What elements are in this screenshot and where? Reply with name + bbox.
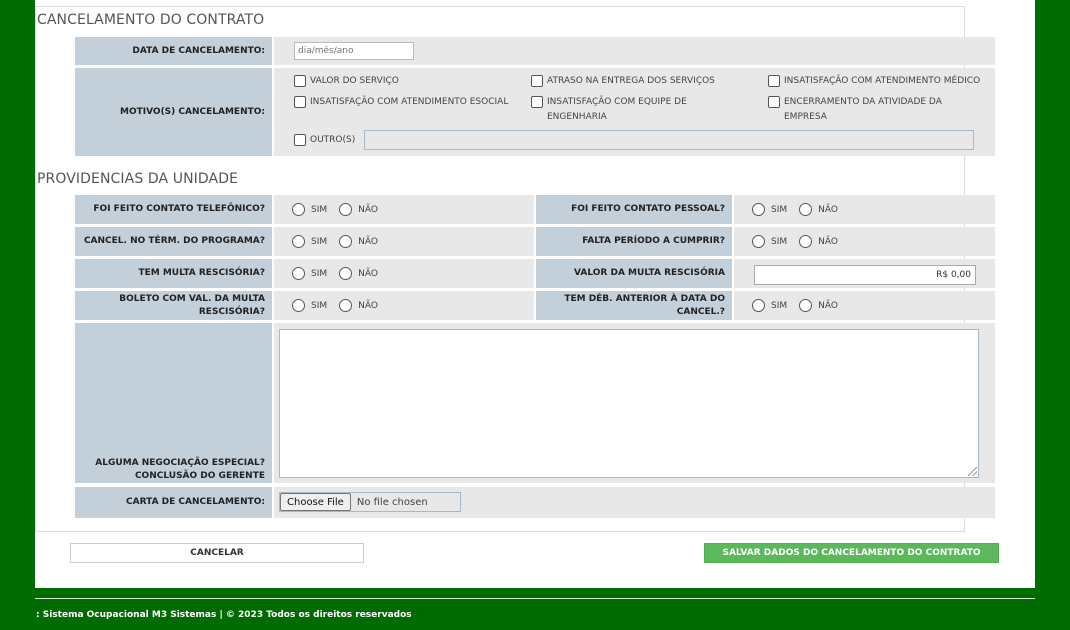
radio-nao[interactable] <box>339 267 353 280</box>
checkbox-box[interactable] <box>294 134 306 146</box>
choose-file-button[interactable]: Choose File <box>280 493 351 511</box>
radio-nao[interactable] <box>339 299 353 312</box>
radio-sim-label: SIM <box>311 236 328 247</box>
radio-nao-label: NÃO <box>358 236 378 247</box>
radio-sim-label: SIM <box>771 300 788 311</box>
checkbox-box[interactable] <box>531 96 543 108</box>
radio-nao[interactable] <box>799 299 813 312</box>
radio-sim-label: SIM <box>311 300 328 311</box>
motivo-checkbox-encerramento[interactable]: ENCERRAMENTO DA ATIVIDADE DA EMPRESA <box>768 95 948 125</box>
radio-nao[interactable] <box>799 235 813 248</box>
motivo-checkbox-outro[interactable]: OUTRO(S) <box>294 133 364 148</box>
checkbox-box[interactable] <box>531 75 543 87</box>
radio-nao-label: NÃO <box>358 268 378 279</box>
debito-anterior-label: TEM DÉB. ANTERIOR À DATA DO CANCEL.? <box>536 291 732 320</box>
checkbox-box[interactable] <box>294 75 306 87</box>
radio-nao-label: NÃO <box>358 204 378 215</box>
valor-multa-input[interactable]: R$ 0,00 <box>754 265 976 285</box>
contato-telefonico-options: SIM NÃO <box>274 195 534 224</box>
motivo-label-text: OUTRO(S) <box>310 135 356 145</box>
radio-nao-label: NÃO <box>358 300 378 311</box>
motivo-label-text: ATRASO NA ENTREGA DOS SERVIÇOS <box>547 76 715 86</box>
radio-sim[interactable] <box>752 203 765 216</box>
negociacao-label-line1: ALGUMA NEGOCIAÇÃO ESPECIAL? <box>95 458 265 468</box>
motivo-checkbox-engenharia[interactable]: INSATISFAÇÃO COM EQUIPE DE ENGENHARIA <box>531 95 701 125</box>
contato-pessoal-label: FOI FEITO CONTATO PESSOAL? <box>536 195 732 224</box>
cancel-termino-options: SIM NÃO <box>274 227 534 256</box>
radio-sim-label: SIM <box>771 204 788 215</box>
boleto-multa-options: SIM NÃO <box>274 291 534 320</box>
valor-multa-label: VALOR DA MULTA RESCISÓRIA <box>536 259 732 288</box>
date-cell <box>274 37 995 65</box>
motivo-label-text: ENCERRAMENTO DA ATIVIDADE DA EMPRESA <box>784 97 942 122</box>
radio-nao-label: NÃO <box>818 236 838 247</box>
outro-motivo-input[interactable] <box>364 130 974 150</box>
radio-sim[interactable] <box>292 235 305 248</box>
radio-sim[interactable] <box>752 235 765 248</box>
radio-sim[interactable] <box>292 267 305 280</box>
motivo-label-text: INSATISFAÇÃO COM ATENDIMENTO ESOCIAL <box>310 97 509 107</box>
motivo-cell: VALOR DO SERVIÇO ATRASO NA ENTREGA DOS S… <box>274 68 995 156</box>
motivo-label-text: INSATISFAÇÃO COM ATENDIMENTO MÉDICO <box>784 76 981 86</box>
cancel-date-input[interactable] <box>294 42 414 60</box>
checkbox-box[interactable] <box>768 75 780 87</box>
radio-sim[interactable] <box>292 203 305 216</box>
negociacao-label: ALGUMA NEGOCIAÇÃO ESPECIAL? CONCLUSÃO DO… <box>75 323 272 483</box>
boleto-multa-label: BOLETO COM VAL. DA MULTA RESCISÓRIA? <box>75 291 272 320</box>
tem-multa-label: TEM MULTA RESCISÓRIA? <box>75 259 272 288</box>
radio-nao-label: NÃO <box>818 300 838 311</box>
date-label: DATA DE CANCELAMENTO: <box>75 37 272 65</box>
motivo-checkbox-atraso[interactable]: ATRASO NA ENTREGA DOS SERVIÇOS <box>531 74 751 89</box>
radio-sim[interactable] <box>752 299 765 312</box>
motivo-checkbox-valor[interactable]: VALOR DO SERVIÇO <box>294 74 514 89</box>
save-button[interactable]: SALVAR DADOS DO CANCELAMENTO DO CONTRATO <box>704 543 999 563</box>
motivo-checkbox-esocial[interactable]: INSATISFAÇÃO COM ATENDIMENTO ESOCIAL <box>294 95 519 110</box>
motivo-label: MOTIVO(S) CANCELAMENTO: <box>75 68 272 156</box>
radio-nao[interactable] <box>339 235 353 248</box>
checkbox-box[interactable] <box>768 96 780 108</box>
negociacao-cell <box>274 323 995 483</box>
carta-label: CARTA DE CANCELAMENTO: <box>75 487 272 518</box>
resize-grip-icon[interactable] <box>968 467 977 476</box>
motivo-label-text: VALOR DO SERVIÇO <box>310 76 399 86</box>
file-status: No file chosen <box>356 496 428 508</box>
radio-sim-label: SIM <box>771 236 788 247</box>
tem-multa-options: SIM NÃO <box>274 259 534 288</box>
motivo-label-text: INSATISFAÇÃO COM EQUIPE DE ENGENHARIA <box>547 97 687 122</box>
radio-sim[interactable] <box>292 299 305 312</box>
footer-text: : Sistema Ocupacional M3 Sistemas | © 20… <box>36 610 412 620</box>
falta-periodo-options: SIM NÃO <box>734 227 995 256</box>
contato-telefonico-label: FOI FEITO CONTATO TELEFÔNICO? <box>75 195 272 224</box>
falta-periodo-label: FALTA PERÍODO A CUMPRIR? <box>536 227 732 256</box>
valor-multa-cell: R$ 0,00 <box>734 259 995 288</box>
radio-nao-label: NÃO <box>818 204 838 215</box>
radio-sim-label: SIM <box>311 268 328 279</box>
section-title-providencias: PROVIDENCIAS DA UNIDADE <box>37 171 239 187</box>
carta-cell: Choose File No file chosen <box>274 487 995 518</box>
contato-pessoal-options: SIM NÃO <box>734 195 995 224</box>
motivo-checkbox-atendimento-medico[interactable]: INSATISFAÇÃO COM ATENDIMENTO MÉDICO <box>768 74 993 89</box>
radio-sim-label: SIM <box>311 204 328 215</box>
debito-anterior-options: SIM NÃO <box>734 291 995 320</box>
carta-file-input[interactable]: Choose File No file chosen <box>279 492 461 512</box>
radio-nao[interactable] <box>799 203 813 216</box>
negociacao-textarea[interactable] <box>279 329 979 478</box>
cancel-button[interactable]: CANCELAR <box>70 543 364 563</box>
footer-divider <box>35 598 1035 599</box>
cancel-termino-label: CANCEL. NO TÉRM. DO PROGRAMA? <box>75 227 272 256</box>
radio-nao[interactable] <box>339 203 353 216</box>
section-title-cancelamento: CANCELAMENTO DO CONTRATO <box>37 12 265 28</box>
negociacao-label-line2: CONCLUSÃO DO GERENTE <box>134 471 265 481</box>
checkbox-box[interactable] <box>294 96 306 108</box>
